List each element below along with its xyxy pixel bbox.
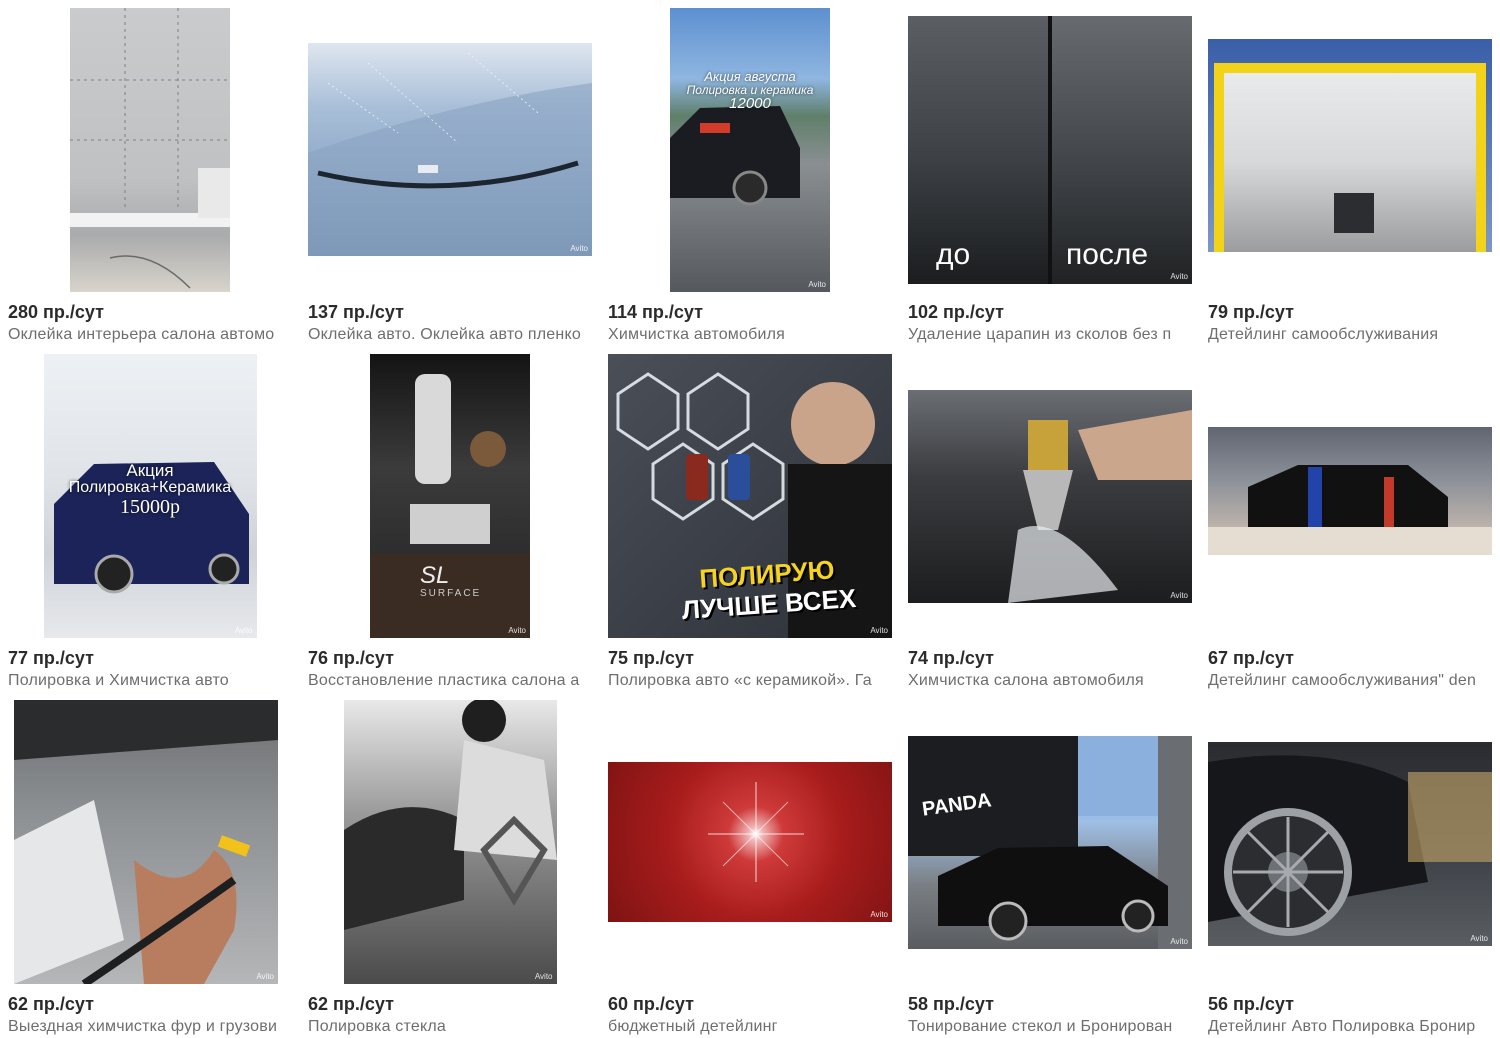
listing-title[interactable]: Химчистка автомобиля	[608, 326, 892, 344]
listing-card[interactable]: Avito 74 пр./сут Химчистка салона автомо…	[908, 354, 1192, 694]
listing-photo[interactable]: ПОЛИРУЮ ЛУЧШЕ ВСЕХ Avito	[608, 354, 892, 638]
polishing-worker-shape	[343, 700, 557, 930]
promo-overlay: Акция Полировка+Керамика 15000р	[44, 462, 257, 518]
listing-photo[interactable]: Avito	[14, 700, 278, 984]
listing-photo[interactable]: Avito	[608, 762, 892, 922]
listing-title[interactable]: бюджетный детейлинг	[608, 1018, 892, 1036]
listing-title[interactable]: Тонирование стекол и Бронирован	[908, 1018, 1192, 1036]
listing-card[interactable]: Avito 60 пр./сут бюджетный детейлинг	[608, 700, 892, 1038]
wash-bay	[1214, 62, 1486, 252]
listing-card[interactable]: 280 пр./сут Оклейка интерьера салона авт…	[8, 8, 292, 348]
listing-photo[interactable]	[1208, 38, 1492, 252]
listing-photo[interactable]: Avito	[343, 700, 557, 984]
listing-title[interactable]: Оклейка авто. Оклейка авто пленко	[308, 326, 592, 344]
listing-price: 75 пр./сут	[608, 648, 694, 668]
listing-price: 137 пр./сут	[308, 302, 404, 322]
listing-photo[interactable]: SL SURFACE Avito	[370, 354, 530, 638]
listing-title[interactable]: Восстановление пластика салона а	[308, 672, 592, 690]
listing-card[interactable]: до после Avito 102 пр./сут Удаление цара…	[908, 8, 1192, 348]
listing-photo[interactable]: Avito	[1208, 742, 1492, 946]
listing-card[interactable]: Акция августа Полировка и керамика 12000…	[608, 8, 892, 348]
watermark-label: Avito	[256, 972, 274, 981]
listing-title[interactable]: Полировка стекла	[308, 1018, 592, 1036]
listing-price: 114 пр./сут	[608, 302, 703, 322]
promo-line: Полировка+Керамика	[68, 478, 232, 496]
listing-photo[interactable]: до после Avito	[908, 16, 1192, 284]
listing-title[interactable]: Удаление царапин из сколов без п	[908, 326, 1192, 344]
listing-card[interactable]: Avito 56 пр./сут Детейлинг Авто Полировк…	[1208, 700, 1492, 1038]
promo-line: Акция	[126, 461, 174, 480]
listing-price: 76 пр./сут	[308, 648, 394, 668]
listing-price: 102 пр./сут	[908, 302, 1004, 322]
promo-line: Акция августа	[704, 69, 796, 84]
listing-photo[interactable]: PANDA Avito	[908, 735, 1192, 949]
extractor-nozzle-shape	[1008, 409, 1192, 603]
listing-title[interactable]: Детейлинг самообслуживания" den	[1208, 672, 1492, 690]
listing-price: 74 пр./сут	[908, 648, 994, 668]
listing-card[interactable]: Avito 137 пр./сут Оклейка авто. Оклейка …	[308, 8, 592, 348]
listing-price: 62 пр./сут	[8, 994, 94, 1014]
listing-photo[interactable]: Акция августа Полировка и керамика 12000…	[670, 8, 830, 292]
listing-card[interactable]: ПОЛИРУЮ ЛУЧШЕ ВСЕХ Avito 75 пр./сут Поли…	[608, 354, 892, 694]
listing-card[interactable]: 79 пр./сут Детейлинг самообслуживания	[1208, 8, 1492, 348]
listing-title[interactable]: Оклейка интерьера салона автомо	[8, 326, 292, 344]
listing-price: 60 пр./сут	[608, 994, 694, 1014]
truck-cab-shape	[14, 700, 278, 984]
garage-car-shape	[1208, 465, 1492, 555]
listing-price: 280 пр./сут	[8, 302, 104, 322]
watermark-label: Avito	[1170, 936, 1188, 946]
listing-photo[interactable]	[70, 8, 230, 292]
before-label: до	[936, 238, 971, 271]
listing-grid: 280 пр./сут Оклейка интерьера салона авт…	[0, 0, 1500, 1038]
watermark-label: Avito	[570, 243, 588, 253]
watermark-label: Avito	[1170, 590, 1188, 600]
listing-title[interactable]: Полировка и Химчистка авто	[8, 672, 292, 690]
watermark-label: Avito	[870, 626, 888, 635]
watermark-label: Avito	[808, 280, 826, 289]
wall-grid-lines	[70, 8, 230, 289]
panda-shop-shape	[908, 735, 1192, 949]
listing-title[interactable]: Полировка авто «с керамикой». Га	[608, 672, 892, 690]
listing-title[interactable]: Химчистка салона автомобиля	[908, 672, 1192, 690]
watermark-label: Avito	[1170, 272, 1188, 281]
listing-card[interactable]: Avito 62 пр./сут Полировка стекла	[308, 700, 592, 1038]
sportscar-wheel-shape	[1208, 755, 1492, 936]
promo-line: 15000р	[120, 495, 180, 518]
listing-price: 79 пр./сут	[1208, 302, 1294, 322]
watermark-label: Avito	[1470, 934, 1488, 943]
watermark-label: Avito	[534, 972, 553, 981]
listing-photo[interactable]	[1208, 427, 1492, 555]
listing-price: 67 пр./сут	[1208, 648, 1294, 668]
light-flare-shape	[708, 782, 804, 882]
watermark-label: Avito	[234, 626, 253, 635]
listing-price: 58 пр./сут	[908, 994, 994, 1014]
before-half	[908, 16, 1048, 284]
listing-photo[interactable]: Avito	[308, 42, 592, 256]
floor-mat	[1334, 192, 1374, 233]
brand-logo-sub: SURFACE	[420, 588, 482, 599]
listing-card[interactable]: SL SURFACE Avito 76 пр./сут Восстановлен…	[308, 354, 592, 694]
listing-card[interactable]: Акция Полировка+Керамика 15000р Avito 77…	[8, 354, 292, 694]
promo-overlay: Акция августа Полировка и керамика 12000	[670, 70, 830, 112]
listing-photo[interactable]: Акция Полировка+Керамика 15000р Avito	[43, 354, 257, 638]
listing-price: 56 пр./сут	[1208, 994, 1294, 1014]
brand-logo: SL	[420, 562, 450, 589]
listing-title[interactable]: Детейлинг Авто Полировка Бронир	[1208, 1018, 1492, 1036]
listing-photo[interactable]: Avito	[908, 389, 1192, 603]
listing-price: 77 пр./сут	[8, 648, 94, 668]
listing-title[interactable]: Детейлинг самообслуживания	[1208, 326, 1492, 344]
car-suv-shape	[670, 106, 800, 206]
after-label: после	[1066, 238, 1149, 271]
listing-price: 62 пр./сут	[308, 994, 394, 1014]
listing-card[interactable]: Avito 62 пр./сут Выездная химчистка фур …	[8, 700, 292, 1038]
listing-card[interactable]: 67 пр./сут Детейлинг самообслуживания" d…	[1208, 354, 1492, 694]
watermark-label: Avito	[870, 910, 888, 919]
watermark-label: Avito	[508, 626, 526, 635]
car-hood-shape	[308, 52, 592, 256]
listing-card[interactable]: PANDA Avito 58 пр./сут Тонирование стеко…	[908, 700, 1192, 1038]
promo-line: 12000	[729, 95, 771, 113]
listing-title[interactable]: Выездная химчистка фур и грузови	[8, 1018, 292, 1036]
